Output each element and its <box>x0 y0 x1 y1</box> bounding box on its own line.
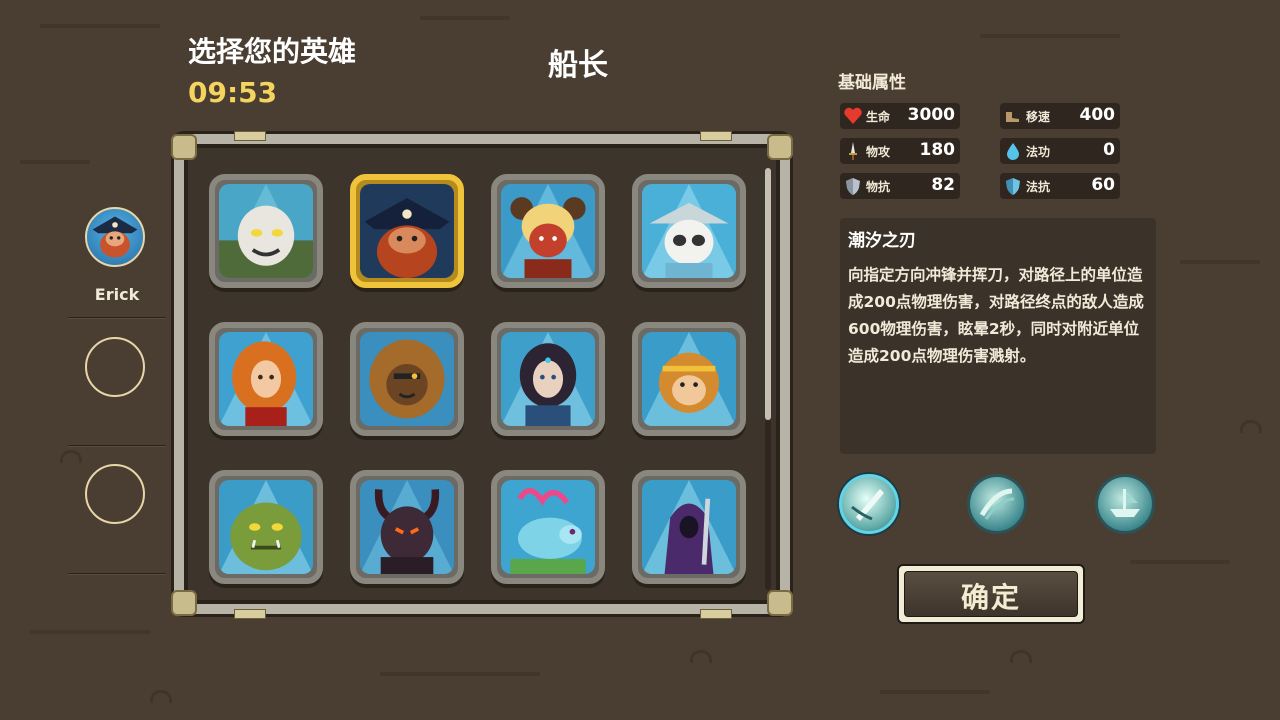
heart-icon <box>844 107 862 124</box>
party-slot-3[interactable] <box>68 462 166 582</box>
frame-notch <box>700 131 732 141</box>
wood-texture <box>30 630 150 634</box>
stat-label: 生命 <box>866 110 891 124</box>
countdown-timer: 09:53 <box>188 76 278 109</box>
captain-avatar <box>85 207 145 267</box>
stat-label: 物抗 <box>866 180 891 194</box>
hero-tile-7[interactable] <box>491 322 605 436</box>
hero-tile-9[interactable] <box>209 470 323 584</box>
white-beast-hero-icon <box>219 184 313 278</box>
hero-tile-3[interactable] <box>491 174 605 288</box>
dark-knight-hero-icon <box>642 480 736 574</box>
stat-value: 60 <box>1091 175 1115 195</box>
stat-move-speed: 移速 400 <box>1000 103 1120 129</box>
empty-slot-ring <box>85 337 145 397</box>
wood-texture <box>40 24 160 28</box>
empty-slot-ring <box>85 464 145 524</box>
sea-priestess-hero-icon <box>501 332 595 426</box>
frame-corner <box>171 134 197 160</box>
scroll-track <box>765 420 771 590</box>
demon-lord-hero-icon <box>360 480 454 574</box>
wood-texture <box>420 16 510 20</box>
magic-shield-icon <box>1006 178 1020 195</box>
stat-label: 法功 <box>1026 145 1051 159</box>
frame-notch <box>234 609 266 619</box>
slot-divider <box>68 573 166 574</box>
stat-physical-defense: 物抗 82 <box>840 173 960 199</box>
page-title: 选择您的英雄 <box>188 35 357 68</box>
stat-value: 180 <box>919 140 956 160</box>
confirm-button[interactable]: 确定 <box>897 564 1085 624</box>
monkey-king-hero-icon <box>642 332 736 426</box>
horned-girl-hero-icon <box>501 184 595 278</box>
frame-corner <box>171 590 197 616</box>
stat-hp: 生命 3000 <box>840 103 960 129</box>
lion-warrior-hero-icon <box>360 332 454 426</box>
stat-value: 3000 <box>907 105 955 125</box>
wood-texture <box>880 690 990 694</box>
stat-value: 0 <box>1103 140 1115 160</box>
slot-divider <box>68 317 166 318</box>
wood-texture <box>980 34 1120 38</box>
frame-corner <box>767 590 793 616</box>
wood-texture <box>1180 260 1260 264</box>
hero-tile-12[interactable] <box>632 470 746 584</box>
wood-texture <box>1010 650 1032 663</box>
wood-texture <box>1240 420 1262 433</box>
skill-description: 向指定方向冲锋并挥刀，对路径上的单位造成200点物理伤害，对路径终点的敌人造成6… <box>848 266 1144 365</box>
stat-magic-defense: 法抗 60 <box>1000 173 1120 199</box>
attributes-title: 基础属性 <box>838 73 906 93</box>
hero-tile-5[interactable] <box>209 322 323 436</box>
slot-divider <box>68 445 166 446</box>
selected-hero-name: 船长 <box>548 48 608 83</box>
ship-summon-skill-icon[interactable] <box>1095 474 1155 534</box>
stat-magic-attack: 法功 0 <box>1000 138 1120 164</box>
hero-tile-2[interactable] <box>350 174 464 288</box>
wood-texture <box>150 690 172 703</box>
fire-mage-hero-icon <box>219 332 313 426</box>
boots-icon <box>1006 112 1019 122</box>
hero-tile-1[interactable] <box>209 174 323 288</box>
tide-blade-skill-icon[interactable] <box>839 474 899 534</box>
wood-texture <box>1130 560 1230 564</box>
party-slot-1[interactable]: Erick <box>68 205 166 325</box>
dragon-hero-icon <box>501 480 595 574</box>
wood-texture <box>690 650 712 663</box>
hero-tile-10[interactable] <box>350 470 464 584</box>
wood-texture <box>380 672 540 676</box>
shield-icon <box>846 178 860 195</box>
hero-tile-11[interactable] <box>491 470 605 584</box>
stat-value: 400 <box>1079 105 1116 125</box>
water-drop-icon <box>1007 143 1019 160</box>
hero-tile-8[interactable] <box>632 322 746 436</box>
frame-notch <box>700 609 732 619</box>
frame-notch <box>234 131 266 141</box>
frame-corner <box>767 134 793 160</box>
skill-name: 潮汐之刃 <box>848 231 916 251</box>
sword-icon <box>849 142 857 160</box>
stat-value: 82 <box>931 175 955 195</box>
scrollbar-thumb[interactable] <box>765 168 771 420</box>
stat-label: 法抗 <box>1026 180 1051 194</box>
water-slash-skill-icon[interactable] <box>967 474 1027 534</box>
stat-label: 物攻 <box>866 145 891 159</box>
wood-texture <box>20 160 90 164</box>
stat-label: 移速 <box>1026 110 1051 124</box>
party-slot-2[interactable] <box>68 335 166 455</box>
pirate-captain-hero-icon <box>360 184 454 278</box>
panda-monk-hero-icon <box>642 184 736 278</box>
stat-physical-attack: 物攻 180 <box>840 138 960 164</box>
hero-tile-4[interactable] <box>632 174 746 288</box>
confirm-button-label: 确定 <box>960 581 1021 614</box>
hero-tile-6[interactable] <box>350 322 464 436</box>
ogre-hero-icon <box>219 480 313 574</box>
party-slot-label: Erick <box>94 285 140 304</box>
